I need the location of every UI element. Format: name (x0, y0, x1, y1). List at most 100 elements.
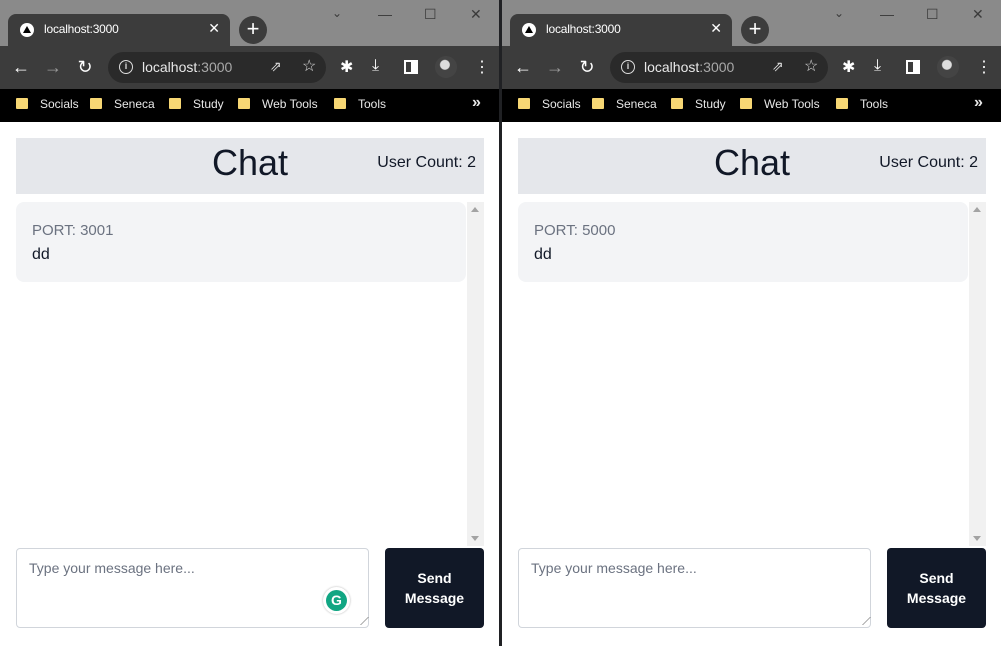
side-panel-icon[interactable] (404, 60, 418, 74)
bookmark-tools[interactable]: Tools (334, 97, 386, 111)
scroll-up-icon[interactable] (973, 207, 981, 212)
folder-icon (90, 98, 102, 109)
favicon-icon (522, 23, 536, 37)
maximize-button[interactable]: ☐ (424, 6, 437, 23)
reload-button[interactable]: ↻ (576, 56, 598, 78)
address-bar[interactable]: i localhost:3000 ⇗ ☆ (610, 52, 828, 83)
tab-search-icon[interactable]: ⌄ (332, 6, 342, 20)
message-port: PORT: 5000 (534, 222, 616, 239)
message-text: dd (534, 246, 552, 263)
folder-icon (16, 98, 28, 109)
tab-title: localhost:3000 (44, 22, 119, 36)
chat-header: Chat User Count: 2 (16, 138, 484, 194)
user-count: User Count: 2 (879, 154, 978, 171)
menu-icon[interactable]: ⋮ (976, 57, 992, 77)
profile-avatar[interactable] (435, 56, 457, 78)
favicon-icon (20, 23, 34, 37)
scroll-down-icon[interactable] (973, 536, 981, 541)
message-list[interactable]: PORT: 3001 dd (16, 202, 484, 546)
browser-window-left: localhost:3000 ✕ + ⌄ — ☐ ✕ ← → ↻ i local… (0, 0, 499, 646)
folder-icon (671, 98, 683, 109)
message-text: dd (32, 246, 50, 263)
download-icon[interactable]: ⤓ (372, 57, 379, 75)
folder-icon (238, 98, 250, 109)
back-button[interactable]: ← (10, 56, 32, 78)
message-list[interactable]: PORT: 5000 dd (518, 202, 986, 546)
site-info-icon[interactable]: i (119, 60, 133, 74)
url-text[interactable]: localhost:3000 (644, 59, 734, 75)
tab-title: localhost:3000 (546, 22, 621, 36)
send-message-button[interactable]: Send Message (887, 548, 986, 628)
side-panel-icon[interactable] (906, 60, 920, 74)
bookmarks-overflow-icon[interactable]: » (472, 94, 481, 112)
new-tab-button[interactable]: + (741, 16, 769, 44)
folder-icon (518, 98, 530, 109)
browser-tab[interactable]: localhost:3000 ✕ (8, 14, 230, 46)
message-card: PORT: 3001 dd (16, 202, 466, 282)
browser-toolbar: ← → ↻ i localhost:3000 ⇗ ☆ ✱ ⤓ ⋮ (0, 46, 499, 89)
bookmarks-bar: Socials Seneca Study Web Tools Tools » (502, 89, 1001, 122)
scroll-up-icon[interactable] (471, 207, 479, 212)
browser-window-right: localhost:3000 ✕ + ⌄ — ☐ ✕ ← → ↻ i local… (502, 0, 1001, 646)
bookmark-study[interactable]: Study (671, 97, 726, 111)
message-scrollbar[interactable] (467, 202, 484, 546)
folder-icon (592, 98, 604, 109)
bookmark-seneca[interactable]: Seneca (592, 97, 657, 111)
download-icon[interactable]: ⤓ (874, 57, 881, 75)
share-icon[interactable]: ⇗ (772, 58, 784, 75)
grammarly-icon[interactable]: G (323, 587, 350, 614)
scroll-down-icon[interactable] (471, 536, 479, 541)
minimize-button[interactable]: — (378, 6, 392, 22)
folder-icon (334, 98, 346, 109)
message-card: PORT: 5000 dd (518, 202, 968, 282)
url-text[interactable]: localhost:3000 (142, 59, 232, 75)
send-message-button[interactable]: Send Message (385, 548, 484, 628)
bookmarks-bar: Socials Seneca Study Web Tools Tools » (0, 89, 499, 122)
minimize-button[interactable]: — (880, 6, 894, 22)
new-tab-button[interactable]: + (239, 16, 267, 44)
menu-icon[interactable]: ⋮ (474, 57, 490, 77)
bookmark-web-tools[interactable]: Web Tools (740, 97, 820, 111)
forward-button[interactable]: → (42, 56, 64, 78)
site-info-icon[interactable]: i (621, 60, 635, 74)
extensions-icon[interactable]: ✱ (842, 57, 855, 77)
tab-close-icon[interactable]: ✕ (710, 20, 722, 37)
reload-button[interactable]: ↻ (74, 56, 96, 78)
user-count: User Count: 2 (377, 154, 476, 171)
bookmark-tools[interactable]: Tools (836, 97, 888, 111)
chat-page: Chat User Count: 2 PORT: 5000 dd Send Me… (502, 122, 1001, 646)
message-input[interactable] (16, 548, 369, 628)
title-bar: localhost:3000 ✕ + ⌄ — ☐ ✕ (502, 0, 1001, 46)
bookmark-star-icon[interactable]: ☆ (302, 56, 316, 76)
close-window-button[interactable]: ✕ (972, 6, 984, 23)
profile-avatar[interactable] (937, 56, 959, 78)
folder-icon (836, 98, 848, 109)
bookmark-seneca[interactable]: Seneca (90, 97, 155, 111)
maximize-button[interactable]: ☐ (926, 6, 939, 23)
browser-tab[interactable]: localhost:3000 ✕ (510, 14, 732, 46)
browser-toolbar: ← → ↻ i localhost:3000 ⇗ ☆ ✱ ⤓ ⋮ (502, 46, 1001, 89)
bookmark-web-tools[interactable]: Web Tools (238, 97, 318, 111)
share-icon[interactable]: ⇗ (270, 58, 282, 75)
tab-search-icon[interactable]: ⌄ (834, 6, 844, 20)
back-button[interactable]: ← (512, 56, 534, 78)
desktop: localhost:3000 ✕ + ⌄ — ☐ ✕ ← → ↻ i local… (0, 0, 1001, 646)
bookmark-socials[interactable]: Socials (518, 97, 581, 111)
extensions-icon[interactable]: ✱ (340, 57, 353, 77)
bookmarks-overflow-icon[interactable]: » (974, 94, 983, 112)
bookmark-study[interactable]: Study (169, 97, 224, 111)
message-scrollbar[interactable] (969, 202, 986, 546)
tab-close-icon[interactable]: ✕ (208, 20, 220, 37)
forward-button[interactable]: → (544, 56, 566, 78)
close-window-button[interactable]: ✕ (470, 6, 482, 23)
message-input[interactable] (518, 548, 871, 628)
chat-header: Chat User Count: 2 (518, 138, 986, 194)
chat-page: Chat User Count: 2 PORT: 3001 dd G Send … (0, 122, 499, 646)
message-port: PORT: 3001 (32, 222, 114, 239)
folder-icon (169, 98, 181, 109)
title-bar: localhost:3000 ✕ + ⌄ — ☐ ✕ (0, 0, 499, 46)
address-bar[interactable]: i localhost:3000 ⇗ ☆ (108, 52, 326, 83)
folder-icon (740, 98, 752, 109)
bookmark-star-icon[interactable]: ☆ (804, 56, 818, 76)
bookmark-socials[interactable]: Socials (16, 97, 79, 111)
